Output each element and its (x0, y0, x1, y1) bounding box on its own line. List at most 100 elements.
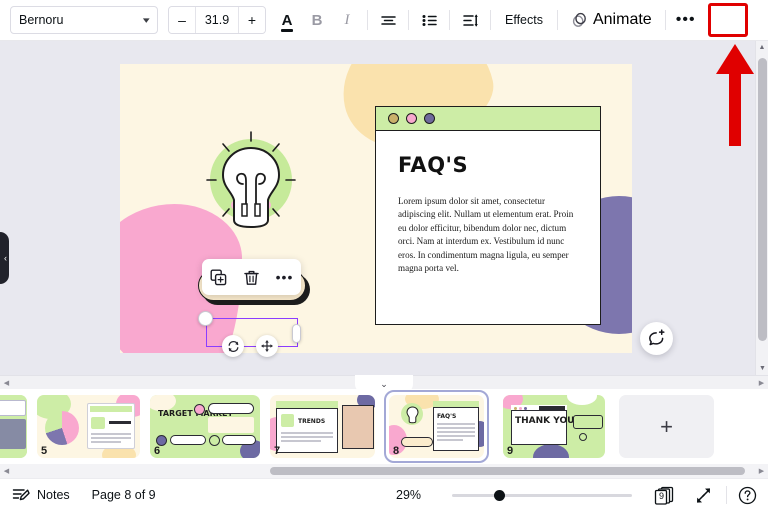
zoom-slider[interactable] (452, 494, 632, 497)
horizontal-scroll-thumb[interactable] (270, 467, 745, 475)
toolbar-divider (449, 10, 450, 30)
slide-thumb-title: THANK YOU (515, 417, 574, 426)
list-item[interactable] (0, 395, 27, 458)
duplicate-button[interactable] (206, 264, 232, 290)
zoom-slider-knob[interactable] (494, 490, 505, 501)
font-family-select[interactable]: Bernoru ▾ (10, 6, 158, 34)
slide-filmstrip: 5 TARGET MARKET 6 TRENDS (0, 389, 768, 464)
animate-label: Animate (593, 11, 652, 29)
window-dot-3 (424, 113, 435, 124)
selection-handle-left[interactable] (198, 311, 213, 326)
chevron-left-icon: ‹ (4, 253, 7, 263)
list-item[interactable]: FAQ'S 8 (389, 395, 484, 458)
font-color-a-icon: A (282, 13, 293, 28)
notes-button[interactable]: Notes (12, 486, 70, 504)
slide-number: 5 (41, 445, 47, 457)
notes-label: Notes (37, 488, 70, 502)
bold-button[interactable]: B (302, 5, 332, 35)
window-dot-2 (406, 113, 417, 124)
toolbar-divider (408, 10, 409, 30)
slide-body-text[interactable]: Lorem ipsum dolor sit amet, consectetur … (398, 195, 578, 276)
add-comment-button[interactable] (640, 322, 673, 355)
slide-title[interactable]: FAQ'S (398, 153, 578, 177)
toolbar-divider (557, 10, 558, 30)
italic-button[interactable]: I (332, 5, 362, 35)
lightbulb-illustration[interactable] (199, 128, 303, 232)
top-toolbar: Bernoru ▾ – 31.9 + A B I (0, 0, 768, 41)
page-count-button[interactable]: 9 (652, 484, 678, 506)
hscroll-left-arrow-icon[interactable]: ◀ (0, 464, 13, 477)
slide-number: 9 (507, 445, 513, 457)
bold-icon: B (312, 12, 323, 29)
vertical-scroll-thumb[interactable] (758, 58, 767, 341)
duplicate-icon (210, 269, 227, 286)
fullscreen-button[interactable] (692, 484, 714, 506)
font-family-value: Bernoru (19, 13, 63, 27)
text-color-button[interactable]: A (272, 5, 302, 35)
notes-edit-icon (12, 486, 30, 504)
text-align-button[interactable] (373, 5, 403, 35)
animate-icon (571, 12, 588, 28)
add-slide-button[interactable]: + (619, 395, 714, 458)
canva-editor-window: Bernoru ▾ – 31.9 + A B I (0, 0, 768, 511)
faq-window-card[interactable]: FAQ'S Lorem ipsum dolor sit amet, consec… (375, 106, 601, 325)
list-item[interactable]: THANK YOU 9 (503, 395, 605, 458)
list-item[interactable]: TARGET MARKET 6 (150, 395, 260, 458)
toolbar-divider (490, 10, 491, 30)
font-size-stepper: – 31.9 + (168, 6, 266, 34)
rotate-handle[interactable] (222, 335, 244, 357)
scroll-down-arrow-icon[interactable]: ▼ (756, 362, 768, 375)
zoom-percentage: 29% (396, 488, 421, 502)
fullscreen-icon (695, 487, 712, 504)
animate-button[interactable]: Animate (563, 6, 660, 34)
bullet-list-icon (421, 13, 438, 28)
strip-left-arrow-icon[interactable]: ◀ (0, 376, 13, 389)
toolbar-divider (665, 10, 666, 30)
bottom-divider (726, 486, 727, 504)
object-more-button[interactable]: ••• (272, 264, 298, 290)
help-icon (738, 486, 757, 505)
chevron-down-icon: ▾ (143, 15, 150, 26)
pages-stack-icon (653, 485, 677, 506)
rotate-icon (227, 340, 240, 353)
side-panel-collapse-handle[interactable]: ‹ (0, 232, 9, 284)
text-align-icon (380, 13, 397, 28)
list-item[interactable]: 5 (37, 395, 140, 458)
line-spacing-button[interactable] (455, 5, 485, 35)
object-context-toolbar: ••• (202, 259, 301, 295)
effects-button[interactable]: Effects (496, 6, 552, 34)
bottom-status-bar: Notes Page 8 of 9 29% 9 (0, 478, 768, 511)
list-item[interactable]: TRENDS 7 (270, 395, 375, 458)
strip-right-arrow-icon[interactable]: ▶ (755, 376, 768, 389)
window-dot-1 (388, 113, 399, 124)
toolbar-divider (367, 10, 368, 30)
hscroll-right-arrow-icon[interactable]: ▶ (755, 464, 768, 477)
page-indicator: Page 8 of 9 (92, 488, 156, 502)
more-options-button[interactable]: ••• (671, 5, 701, 35)
move-icon (260, 339, 274, 353)
comment-plus-icon (647, 329, 666, 348)
slide-number: 8 (393, 445, 399, 457)
delete-button[interactable] (239, 264, 265, 290)
move-handle[interactable] (256, 335, 278, 357)
scroll-up-arrow-icon[interactable]: ▲ (756, 41, 768, 54)
slide-thumb-title: TRENDS (298, 418, 325, 425)
font-size-increase-button[interactable]: + (239, 7, 265, 33)
line-spacing-icon (462, 13, 479, 28)
help-button[interactable] (736, 484, 758, 506)
font-size-decrease-button[interactable]: – (169, 7, 195, 33)
pages-count-value: 9 (659, 491, 664, 501)
slide-number: 6 (154, 445, 160, 457)
font-size-input[interactable]: 31.9 (195, 7, 239, 33)
slide-thumb-title: FAQ'S (437, 413, 456, 420)
trash-icon (243, 269, 260, 286)
window-title-bar (376, 107, 600, 131)
slide-number: 7 (274, 445, 280, 457)
list-item-selected-wrapper: FAQ'S 8 (389, 395, 484, 458)
canvas-vertical-scrollbar[interactable]: ▲ ▼ (755, 41, 768, 375)
bullet-list-button[interactable] (414, 5, 444, 35)
slide-canvas[interactable]: FAQ'S Lorem ipsum dolor sit amet, consec… (120, 64, 632, 353)
window-content: FAQ'S Lorem ipsum dolor sit amet, consec… (376, 131, 600, 276)
editor-canvas-area: ‹ (0, 41, 768, 375)
selection-handle-right[interactable] (292, 324, 301, 343)
